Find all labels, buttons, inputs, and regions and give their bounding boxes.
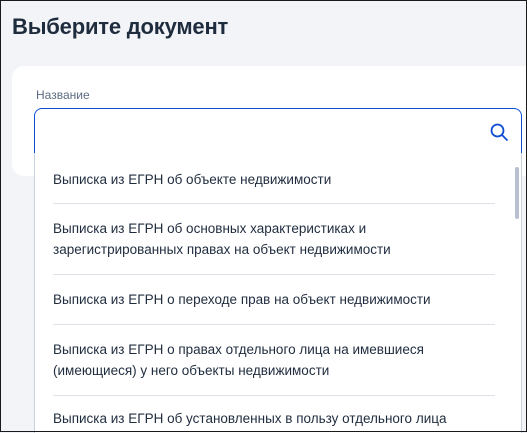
scrollbar[interactable]	[513, 157, 519, 429]
list-item-label: Выписка из ЕГРН об установленных в польз…	[53, 411, 447, 426]
scrollbar-thumb[interactable]	[515, 167, 519, 219]
search-icon[interactable]	[489, 122, 509, 142]
dropdown-list: Выписка из ЕГРН об объекте недвижимости …	[34, 153, 522, 433]
options-list: Выписка из ЕГРН об объекте недвижимости …	[35, 153, 511, 433]
page-title: Выберите документ	[12, 14, 229, 39]
list-item-rights-transfer-extract[interactable]: Выписка из ЕГРН о переходе прав на объек…	[53, 275, 495, 325]
list-item-person-rights-extract[interactable]: Выписка из ЕГРН о правах отдельного лица…	[53, 325, 495, 396]
list-item-main-characteristics-extract[interactable]: Выписка из ЕГРН об основных характеристи…	[53, 204, 495, 275]
search-box[interactable]	[34, 108, 522, 154]
search-input[interactable]	[35, 109, 503, 153]
list-item-object-extract[interactable]: Выписка из ЕГРН об объекте недвижимости	[53, 153, 495, 204]
field-label: Название	[36, 88, 90, 102]
list-item-label: Выписка из ЕГРН об основных характеристи…	[53, 221, 391, 257]
list-item-label: Выписка из ЕГРН о переходе прав на объек…	[53, 292, 431, 307]
list-item-label: Выписка из ЕГРН об объекте недвижимости	[53, 172, 332, 187]
list-item-label: Выписка из ЕГРН о правах отдельного лица…	[53, 342, 424, 378]
list-item-established-in-favor-extract[interactable]: Выписка из ЕГРН об установленных в польз…	[53, 396, 495, 433]
